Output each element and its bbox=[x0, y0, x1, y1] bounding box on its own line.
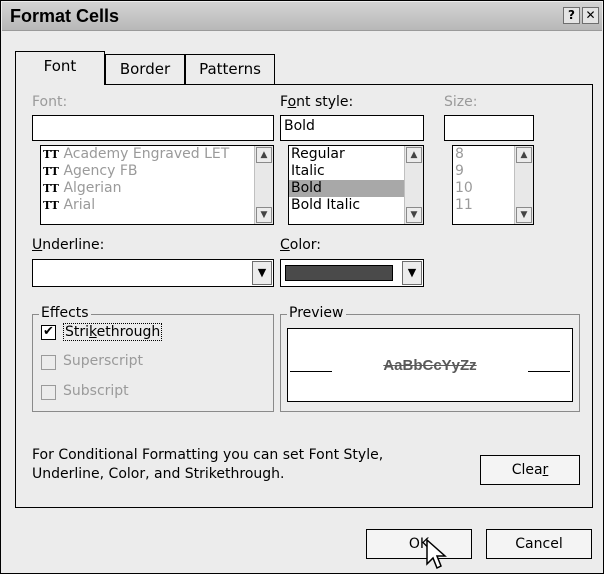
font-style-label-post: nt style: bbox=[296, 94, 354, 110]
effects-group: Effects ✔ Strikethrough Superscript Subs… bbox=[32, 305, 274, 412]
title-bar: Format Cells ? ✕ bbox=[2, 2, 602, 31]
list-item[interactable]: Regular bbox=[289, 146, 405, 163]
check-icon: ✔ bbox=[43, 324, 54, 339]
list-item-selected[interactable]: Bold bbox=[289, 180, 405, 197]
format-cells-dialog: Format Cells ? ✕ Font Border Patterns Fo… bbox=[0, 0, 604, 574]
help-icon: ? bbox=[568, 8, 575, 22]
font-tab-panel: Font: TT Academy Engraved LET TT Agency … bbox=[15, 84, 593, 508]
size-input[interactable] bbox=[444, 115, 534, 141]
subscript-checkbox[interactable] bbox=[41, 385, 56, 400]
tab-border-label: Border bbox=[119, 60, 171, 78]
preview-title: Preview bbox=[287, 305, 346, 321]
font-style-input[interactable]: Bold bbox=[280, 115, 424, 141]
list-item[interactable]: Italic bbox=[289, 163, 405, 180]
scroll-down-icon[interactable]: ▼ bbox=[256, 207, 272, 223]
preview-group: Preview AaBbCcYyZz bbox=[280, 305, 580, 412]
color-label-post: olor: bbox=[289, 237, 322, 253]
font-style-label: Font style: bbox=[280, 94, 353, 110]
cancel-button-label: Cancel bbox=[515, 536, 563, 552]
tab-patterns[interactable]: Patterns bbox=[185, 54, 275, 84]
truetype-font-icon: TT bbox=[43, 199, 59, 212]
clear-button-label-pre: Clea bbox=[511, 462, 543, 478]
mouse-cursor-icon bbox=[426, 538, 447, 570]
close-button[interactable]: ✕ bbox=[582, 7, 599, 24]
scroll-up-icon[interactable]: ▲ bbox=[406, 147, 422, 163]
size-list[interactable]: 8 9 10 11 ▲ ▼ bbox=[452, 145, 534, 225]
font-item-text: Arial bbox=[63, 197, 96, 213]
font-item-text: Algerian bbox=[63, 180, 122, 196]
font-item-text: Agency FB bbox=[63, 163, 138, 179]
list-item[interactable]: 9 bbox=[453, 163, 515, 180]
list-item[interactable]: 8 bbox=[453, 146, 515, 163]
chevron-down-icon[interactable]: ▼ bbox=[252, 261, 272, 285]
ok-button[interactable]: OK bbox=[366, 529, 472, 559]
strikethrough-label-pre: Stri bbox=[65, 324, 90, 340]
font-style-list[interactable]: Regular Italic Bold Bold Italic ▲ ▼ bbox=[288, 145, 424, 225]
list-item[interactable]: TT Agency FB bbox=[41, 163, 255, 180]
scroll-up-icon[interactable]: ▲ bbox=[516, 147, 532, 163]
truetype-font-icon: TT bbox=[43, 165, 59, 178]
list-item[interactable]: 10 bbox=[453, 180, 515, 197]
subscript-label[interactable]: Subscript bbox=[63, 383, 129, 399]
help-button[interactable]: ? bbox=[563, 7, 580, 24]
tab-font[interactable]: Font bbox=[15, 51, 105, 85]
list-item[interactable]: TT Algerian bbox=[41, 180, 255, 197]
close-icon: ✕ bbox=[585, 8, 596, 22]
size-label: Size: bbox=[444, 94, 478, 110]
scroll-down-icon[interactable]: ▼ bbox=[406, 207, 422, 223]
note-line-1: For Conditional Formatting you can set F… bbox=[32, 447, 384, 463]
superscript-checkbox[interactable] bbox=[41, 355, 56, 370]
cancel-button[interactable]: Cancel bbox=[486, 529, 592, 559]
underline-label-mnemonic: U bbox=[32, 237, 43, 253]
note-line-2: Underline, Color, and Strikethrough. bbox=[32, 466, 285, 482]
scroll-up-icon[interactable]: ▲ bbox=[256, 147, 272, 163]
strikethrough-label[interactable]: Strikethrough bbox=[63, 323, 163, 341]
list-item[interactable]: 11 bbox=[453, 197, 515, 214]
preview-sample-text: AaBbCcYyZz bbox=[383, 357, 477, 374]
list-item[interactable]: TT Arial bbox=[41, 197, 255, 214]
color-label: Color: bbox=[280, 237, 321, 253]
superscript-label[interactable]: Superscript bbox=[63, 353, 143, 369]
clear-button[interactable]: Clear bbox=[480, 455, 580, 485]
preview-box: AaBbCcYyZz bbox=[287, 328, 573, 402]
clear-button-label-mnemonic: r bbox=[542, 462, 549, 478]
scroll-down-icon[interactable]: ▼ bbox=[516, 207, 532, 223]
truetype-font-icon: TT bbox=[43, 148, 59, 161]
effects-title: Effects bbox=[39, 305, 91, 321]
underline-label-post: nderline: bbox=[42, 237, 105, 253]
color-select[interactable]: ▼ bbox=[280, 259, 424, 287]
font-item-text: Academy Engraved LET bbox=[63, 146, 230, 162]
color-label-mnemonic: C bbox=[280, 237, 290, 253]
font-label: Font: bbox=[32, 94, 68, 110]
dialog-title: Format Cells bbox=[10, 6, 120, 26]
underline-select[interactable]: ▼ bbox=[32, 259, 274, 287]
size-list-scrollbar[interactable]: ▲ ▼ bbox=[514, 146, 533, 224]
font-input[interactable] bbox=[32, 115, 274, 141]
tab-border[interactable]: Border bbox=[105, 54, 185, 84]
strikethrough-label-post: ethrough bbox=[96, 324, 161, 340]
tab-patterns-label: Patterns bbox=[199, 60, 261, 78]
chevron-down-icon[interactable]: ▼ bbox=[402, 261, 422, 285]
strikethrough-label-mnemonic: k bbox=[89, 324, 97, 340]
color-swatch bbox=[285, 265, 393, 281]
font-list[interactable]: TT Academy Engraved LET TT Agency FB TT … bbox=[40, 145, 274, 225]
strikethrough-checkbox[interactable]: ✔ bbox=[41, 325, 56, 340]
list-item[interactable]: TT Academy Engraved LET bbox=[41, 146, 255, 163]
font-style-label-mnemonic: o bbox=[287, 94, 297, 110]
tab-font-label: Font bbox=[43, 57, 77, 75]
underline-label: Underline: bbox=[32, 237, 104, 253]
list-item[interactable]: Bold Italic bbox=[289, 197, 405, 214]
font-style-list-scrollbar[interactable]: ▲ ▼ bbox=[404, 146, 423, 224]
font-style-label-pre: F bbox=[280, 94, 288, 110]
font-list-scrollbar[interactable]: ▲ ▼ bbox=[254, 146, 273, 224]
truetype-font-icon: TT bbox=[43, 182, 59, 195]
